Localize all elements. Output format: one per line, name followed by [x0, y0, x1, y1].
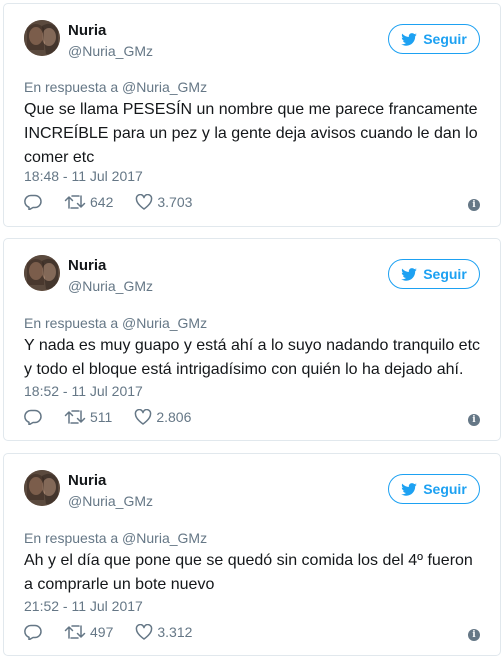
- like-count: 3.703: [157, 194, 193, 210]
- timestamp[interactable]: 18:52 - 11 Jul 2017: [24, 383, 143, 399]
- like-button[interactable]: 3.703: [135, 194, 192, 210]
- retweet-button[interactable]: 511: [64, 409, 112, 425]
- info-icon[interactable]: i: [468, 199, 480, 211]
- follow-button[interactable]: Seguir: [388, 24, 480, 54]
- author-handle[interactable]: @Nuria_GMz: [68, 278, 153, 294]
- info-icon[interactable]: i: [468, 414, 480, 426]
- retweet-icon: [64, 625, 86, 639]
- twitter-bird-icon: [401, 482, 418, 496]
- retweet-button[interactable]: 497: [64, 624, 113, 640]
- timestamp[interactable]: 21:52 - 11 Jul 2017: [24, 598, 143, 614]
- tweet-actions: 511 2.806: [24, 409, 213, 425]
- retweet-icon: [64, 410, 86, 424]
- heart-icon: [136, 624, 153, 640]
- tweet-text: Ah y el día que pone que se quedó sin co…: [24, 552, 473, 593]
- tweet-card: Nuria @Nuria_GMz Seguir En respuesta a @…: [3, 238, 501, 441]
- twitter-bird-icon: [401, 267, 418, 281]
- timestamp[interactable]: 18:48 - 11 Jul 2017: [24, 168, 143, 184]
- follow-button[interactable]: Seguir: [388, 474, 480, 504]
- reply-icon: [24, 194, 42, 210]
- retweet-icon: [64, 195, 86, 209]
- follow-label: Seguir: [423, 481, 467, 497]
- retweet-count: 497: [90, 624, 114, 640]
- reply-icon: [24, 624, 42, 640]
- tweet-text: Y nada es muy guapo y está ahí a lo suyo…: [24, 337, 481, 378]
- retweet-button[interactable]: 642: [64, 194, 113, 210]
- reply-context[interactable]: En respuesta a @Nuria_GMz: [24, 530, 207, 546]
- like-button[interactable]: 2.806: [134, 409, 191, 425]
- tweet-text: Que se llama PESESÍN un nombre que me pa…: [24, 101, 478, 166]
- avatar[interactable]: [24, 470, 60, 506]
- like-button[interactable]: 3.312: [135, 624, 192, 640]
- author-handle[interactable]: @Nuria_GMz: [68, 43, 153, 59]
- tweet-card: Nuria @Nuria_GMz Seguir En respuesta a @…: [3, 453, 501, 656]
- tweet-card: Nuria @Nuria_GMz Seguir En respuesta a @…: [3, 3, 501, 227]
- author-handle[interactable]: @Nuria_GMz: [68, 493, 153, 509]
- like-count: 2.806: [156, 409, 192, 425]
- retweet-count: 642: [90, 194, 114, 210]
- heart-icon: [136, 194, 153, 210]
- author-name[interactable]: Nuria: [68, 472, 106, 489]
- reply-context[interactable]: En respuesta a @Nuria_GMz: [24, 79, 207, 95]
- reply-context[interactable]: En respuesta a @Nuria_GMz: [24, 315, 207, 331]
- twitter-bird-icon: [401, 32, 418, 46]
- avatar[interactable]: [24, 255, 60, 291]
- reply-button[interactable]: [24, 409, 42, 425]
- follow-label: Seguir: [423, 266, 467, 282]
- info-icon[interactable]: i: [468, 629, 480, 641]
- retweet-count: 511: [90, 409, 113, 425]
- author-name[interactable]: Nuria: [68, 22, 106, 39]
- follow-button[interactable]: Seguir: [388, 259, 480, 289]
- heart-icon: [135, 409, 152, 425]
- author-name[interactable]: Nuria: [68, 257, 106, 274]
- reply-button[interactable]: [24, 194, 42, 210]
- tweet-actions: 497 3.312: [24, 624, 214, 640]
- tweet-actions: 642 3.703: [24, 194, 214, 210]
- avatar[interactable]: [24, 20, 60, 56]
- reply-button[interactable]: [24, 624, 42, 640]
- like-count: 3.312: [157, 624, 193, 640]
- reply-icon: [24, 409, 42, 425]
- follow-label: Seguir: [423, 31, 467, 47]
